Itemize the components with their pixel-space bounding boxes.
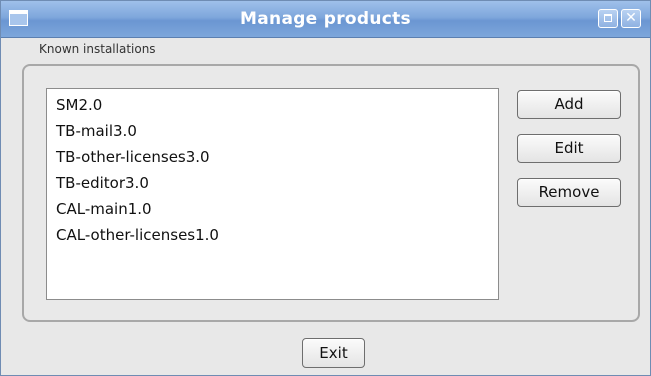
edit-button[interactable]: Edit [517, 134, 621, 163]
list-item[interactable]: CAL-main1.0 [47, 196, 498, 222]
list-item[interactable]: TB-other-licenses3.0 [47, 144, 498, 170]
installations-list[interactable]: SM2.0 TB-mail3.0 TB-other-licenses3.0 TB… [46, 88, 499, 300]
close-button[interactable]: ✕ [621, 9, 641, 28]
list-item[interactable]: TB-mail3.0 [47, 118, 498, 144]
maximize-button[interactable] [598, 9, 618, 28]
list-item[interactable]: TB-editor3.0 [47, 170, 498, 196]
exit-button[interactable]: Exit [302, 338, 365, 368]
list-item[interactable]: CAL-other-licenses1.0 [47, 222, 498, 248]
add-button[interactable]: Add [517, 90, 621, 119]
window-title: Manage products [240, 9, 411, 29]
list-item[interactable]: SM2.0 [47, 92, 498, 118]
known-installations-label: Known installations [39, 42, 156, 56]
manage-products-window: Manage products ✕ Known installations SM… [0, 0, 651, 376]
close-icon: ✕ [625, 10, 637, 26]
maximize-icon [604, 14, 612, 22]
remove-button[interactable]: Remove [517, 178, 621, 207]
title-bar[interactable]: Manage products ✕ [1, 1, 650, 38]
